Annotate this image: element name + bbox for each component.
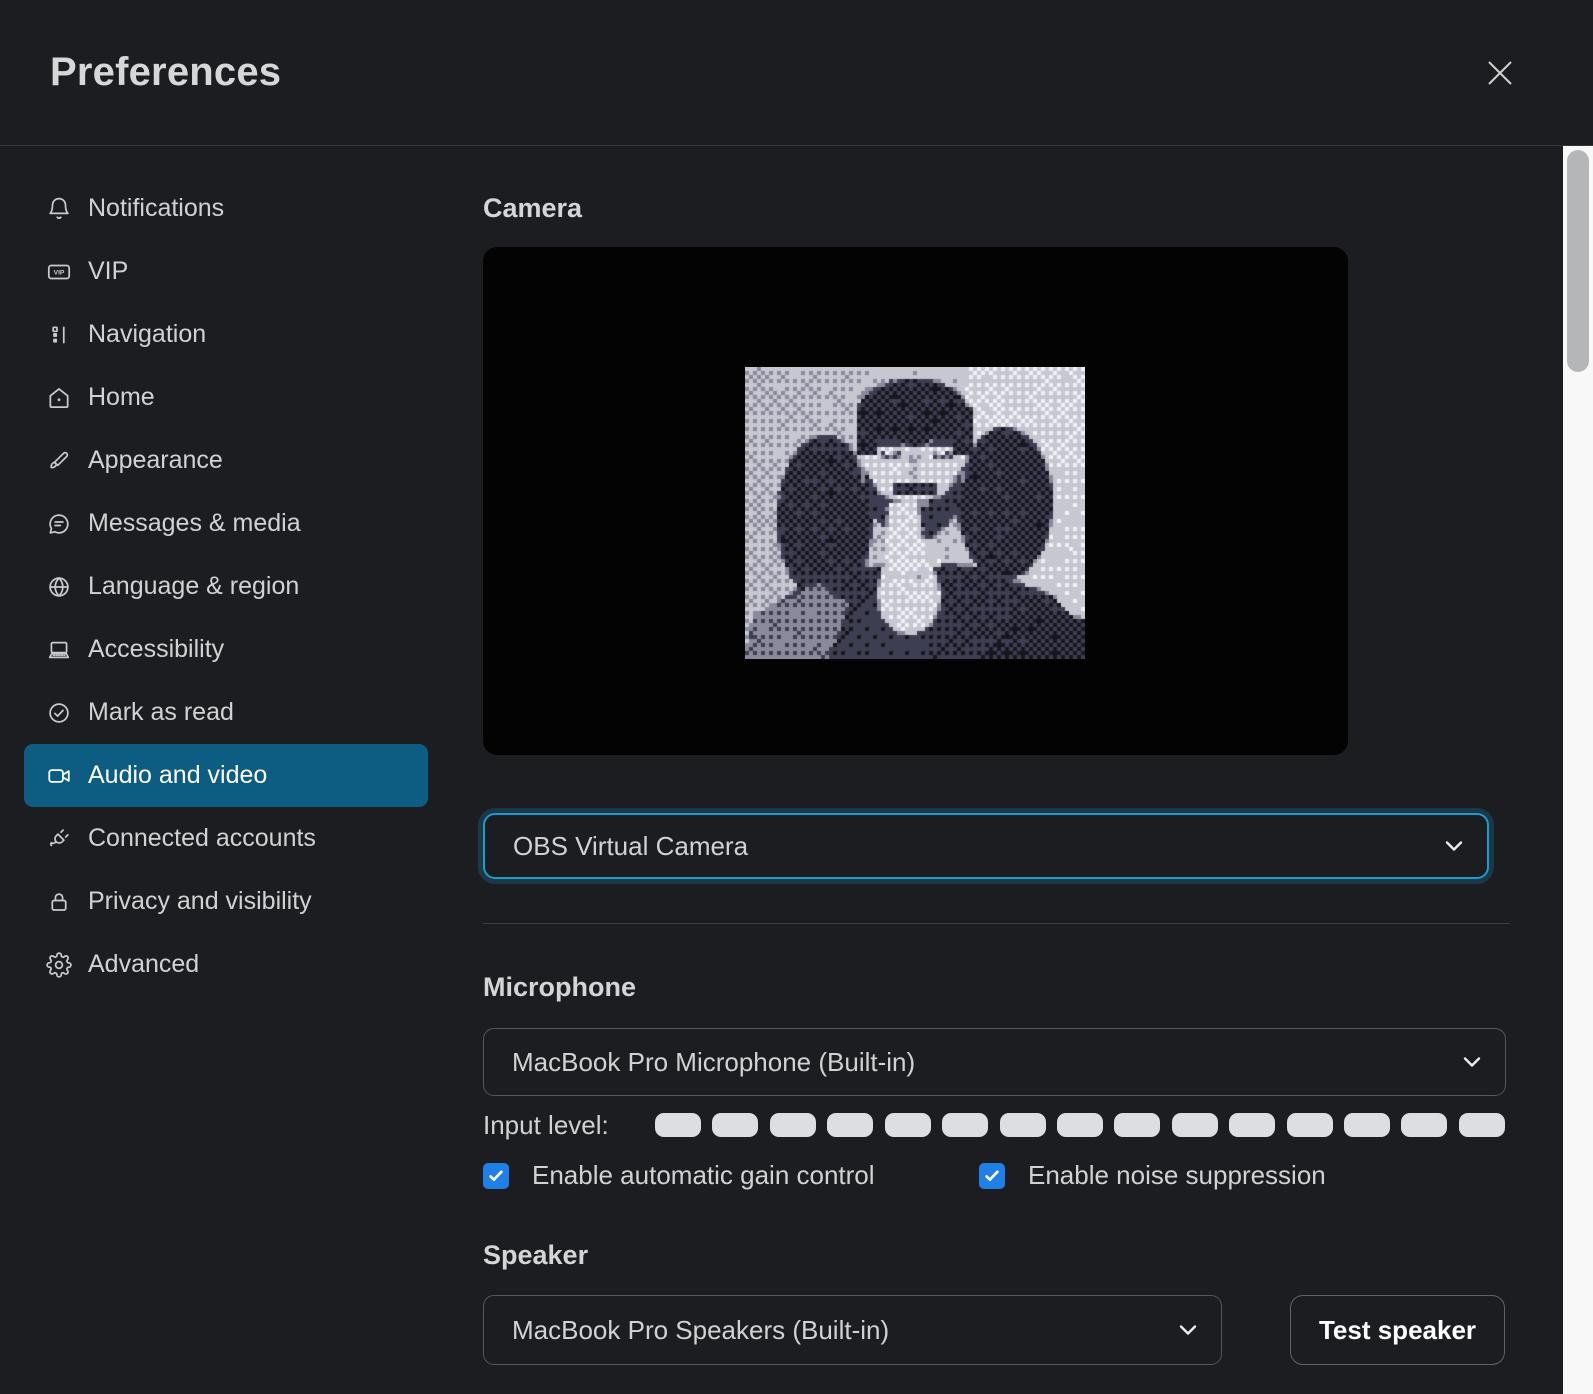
check-circle-icon xyxy=(46,700,72,726)
scrollbar-track[interactable] xyxy=(1563,146,1593,1394)
home-icon xyxy=(46,385,72,411)
sidebar-item-label: Navigation xyxy=(88,320,206,349)
test-speaker-button[interactable]: Test speaker xyxy=(1290,1295,1505,1365)
sidebar-item-appearance[interactable]: Appearance xyxy=(24,429,428,492)
speaker-select-value: MacBook Pro Speakers (Built-in) xyxy=(512,1315,889,1346)
level-segment xyxy=(1459,1113,1505,1137)
sidebar-item-label: Mark as read xyxy=(88,698,234,727)
camera-select-value: OBS Virtual Camera xyxy=(513,831,748,862)
level-segment xyxy=(1114,1113,1160,1137)
level-segment xyxy=(1057,1113,1103,1137)
camera-heading: Camera xyxy=(483,193,582,224)
globe-icon xyxy=(46,574,72,600)
sidebar-item-privacy-visibility[interactable]: Privacy and visibility xyxy=(24,870,428,933)
page-title: Preferences xyxy=(50,50,281,95)
sidebar-item-label: Audio and video xyxy=(88,761,267,790)
checkbox-checked-icon[interactable] xyxy=(979,1163,1005,1189)
gain-control-checkbox-group[interactable]: Enable automatic gain control xyxy=(483,1160,875,1191)
sidebar-item-language-region[interactable]: Language & region xyxy=(24,555,428,618)
gain-control-label: Enable automatic gain control xyxy=(532,1160,875,1191)
preferences-dialog: Preferences Notifications VIP VIP Naviga… xyxy=(0,0,1593,1394)
sidebar-item-label: Messages & media xyxy=(88,509,301,538)
sidebar-item-label: Notifications xyxy=(88,194,224,223)
camera-select[interactable]: OBS Virtual Camera xyxy=(483,813,1489,879)
level-segment xyxy=(827,1113,873,1137)
sidebar-item-navigation[interactable]: Navigation xyxy=(24,303,428,366)
level-segment xyxy=(655,1113,701,1137)
sidebar-item-mark-as-read[interactable]: Mark as read xyxy=(24,681,428,744)
close-button[interactable] xyxy=(1477,50,1523,96)
level-segment xyxy=(1229,1113,1275,1137)
webcam-canvas xyxy=(745,367,1085,659)
bell-icon xyxy=(46,196,72,222)
plug-icon xyxy=(46,826,72,852)
level-segment xyxy=(770,1113,816,1137)
speaker-heading: Speaker xyxy=(483,1240,588,1271)
scrollbar-thumb[interactable] xyxy=(1567,150,1589,372)
section-divider xyxy=(483,923,1510,924)
input-level-label: Input level: xyxy=(483,1110,609,1141)
sidebar-item-advanced[interactable]: Advanced xyxy=(24,933,428,996)
level-segment xyxy=(1401,1113,1447,1137)
level-segment xyxy=(885,1113,931,1137)
level-segment xyxy=(1287,1113,1333,1137)
sidebar-item-label: Home xyxy=(88,383,155,412)
microphone-heading: Microphone xyxy=(483,972,636,1003)
vip-badge-icon: VIP xyxy=(46,259,72,285)
gear-icon xyxy=(46,952,72,978)
sidebar-item-label: Accessibility xyxy=(88,635,224,664)
sidebar-item-connected-accounts[interactable]: Connected accounts xyxy=(24,807,428,870)
level-segment xyxy=(1000,1113,1046,1137)
speaker-select[interactable]: MacBook Pro Speakers (Built-in) xyxy=(483,1295,1222,1365)
close-icon xyxy=(1485,58,1515,88)
sidebar-item-notifications[interactable]: Notifications xyxy=(24,177,428,240)
layout-sidebar-icon xyxy=(46,322,72,348)
chevron-down-icon xyxy=(1445,841,1463,852)
level-segment xyxy=(942,1113,988,1137)
message-bubble-icon xyxy=(46,511,72,537)
level-segment xyxy=(1344,1113,1390,1137)
sidebar-item-messages-media[interactable]: Messages & media xyxy=(24,492,428,555)
sidebar-item-accessibility[interactable]: Accessibility xyxy=(24,618,428,681)
level-segment xyxy=(1172,1113,1218,1137)
noise-suppression-label: Enable noise suppression xyxy=(1028,1160,1326,1191)
input-level-meter xyxy=(655,1113,1505,1137)
laptop-icon xyxy=(46,637,72,663)
chevron-down-icon xyxy=(1463,1057,1481,1068)
dialog-header: Preferences xyxy=(0,0,1593,146)
sidebar-item-label: Advanced xyxy=(88,950,199,979)
microphone-select-value: MacBook Pro Microphone (Built-in) xyxy=(512,1047,915,1078)
sidebar-item-audio-and-video[interactable]: Audio and video xyxy=(24,744,428,807)
chevron-down-icon xyxy=(1179,1325,1197,1336)
sidebar-item-label: Privacy and visibility xyxy=(88,887,312,916)
checkbox-checked-icon[interactable] xyxy=(483,1163,509,1189)
level-segment xyxy=(712,1113,758,1137)
video-camera-icon xyxy=(46,763,72,789)
sidebar-item-label: Appearance xyxy=(88,446,223,475)
sidebar-item-label: Language & region xyxy=(88,572,299,601)
sidebar-item-home[interactable]: Home xyxy=(24,366,428,429)
noise-suppression-checkbox-group[interactable]: Enable noise suppression xyxy=(979,1160,1326,1191)
camera-preview xyxy=(483,247,1348,755)
sidebar-item-label: VIP xyxy=(88,257,128,286)
svg-text:VIP: VIP xyxy=(54,269,65,276)
paintbrush-icon xyxy=(46,448,72,474)
microphone-select[interactable]: MacBook Pro Microphone (Built-in) xyxy=(483,1028,1506,1096)
sidebar-item-label: Connected accounts xyxy=(88,824,316,853)
sidebar-item-vip[interactable]: VIP VIP xyxy=(24,240,428,303)
lock-icon xyxy=(46,889,72,915)
sidebar: Notifications VIP VIP Navigation Home Ap… xyxy=(24,177,428,996)
